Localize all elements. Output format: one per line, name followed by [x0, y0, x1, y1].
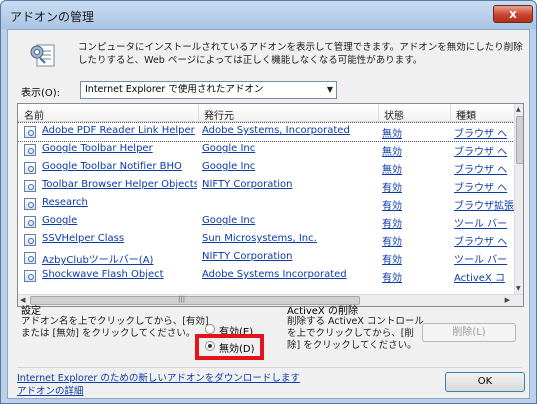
- column-divider[interactable]: [198, 104, 199, 122]
- row-name: Google Toolbar Helper: [42, 143, 153, 154]
- scroll-up-icon[interactable]: ▲: [516, 106, 521, 113]
- row-name: Google: [42, 215, 78, 226]
- add-on-icon: [24, 198, 36, 210]
- vertical-scroll-thumb[interactable]: [516, 116, 523, 164]
- list-header: 名前 発行元 状態 種類: [18, 104, 514, 122]
- list-row[interactable]: Adobe PDF Reader Link Helper Adobe Syste…: [18, 122, 515, 142]
- column-header-name[interactable]: 名前: [24, 107, 44, 122]
- window-title: アドオンの管理: [10, 10, 95, 24]
- settings-description: アドオン名を上でクリックしてから、[有効] または [無効] をクリックしてくだ…: [21, 316, 209, 339]
- row-type: ツール バー: [454, 219, 508, 230]
- row-publisher: NIFTY Corporation: [202, 251, 293, 262]
- row-name: Toolbar Browser Helper Objects: [42, 179, 197, 190]
- add-on-icon: [24, 144, 36, 156]
- add-on-icon: [24, 162, 36, 174]
- activex-title: ActiveX の削除: [287, 306, 358, 317]
- highlight-annotation: [195, 334, 264, 360]
- dialog-body: コンピュータにインストールされているアドオンを表示して管理できます。アドオンを無…: [7, 29, 530, 399]
- scroll-grip-icon: |||: [178, 295, 186, 303]
- list-row[interactable]: Toolbar Browser Helper Objects NIFTY Cor…: [18, 177, 514, 195]
- settings-title: 設定: [21, 306, 41, 317]
- row-publisher: NIFTY Corporation: [202, 179, 293, 190]
- row-status: 無効: [382, 129, 402, 140]
- add-on-list[interactable]: 名前 発行元 状態 種類 Adobe PDF Reader Link Helpe…: [17, 103, 524, 307]
- row-type: ブラウザ ヘ: [454, 165, 508, 176]
- chevron-down-icon: ▼: [326, 85, 333, 94]
- ok-button[interactable]: OK: [445, 372, 525, 392]
- row-type: ブラウザ ヘ: [454, 237, 508, 248]
- row-publisher: Google Inc: [202, 215, 256, 226]
- row-name: Shockwave Flash Object: [42, 269, 164, 280]
- row-publisher: Adobe Systems, Incorporated: [202, 125, 350, 136]
- download-add-ons-link[interactable]: Internet Explorer のための新しいアドオンをダウンロードします: [17, 370, 300, 384]
- row-name: Google Toolbar Notifier BHO: [42, 161, 182, 172]
- row-status: 有効: [382, 237, 402, 248]
- activex-description: 削除する ActiveX コントロールを上でクリックしてから、[削除] をクリッ…: [287, 316, 424, 351]
- horizontal-scrollbar[interactable]: ◀ ||| ▶: [18, 294, 523, 306]
- close-icon: x: [509, 7, 517, 21]
- row-name: AzbyClubツールバー(A): [42, 255, 154, 266]
- show-dropdown[interactable]: Internet Explorer で使用されたアドオン ▼: [80, 81, 337, 99]
- column-header-status[interactable]: 状態: [384, 107, 404, 122]
- row-publisher: Sun Microsystems, Inc.: [202, 233, 317, 244]
- header-description: コンピュータにインストールされているアドオンを表示して管理できます。アドオンを無…: [78, 42, 523, 66]
- row-type: ActiveX コ: [454, 273, 505, 284]
- row-status: 無効: [382, 147, 402, 158]
- row-type: ブラウザ ヘ: [454, 129, 508, 140]
- row-type: ブラウザ ヘ: [454, 183, 508, 194]
- show-label: 表示(O):: [21, 88, 61, 99]
- add-on-manager-window: アドオンの管理 x コンピュータにインストールされているアドオンを表示して管理で…: [0, 0, 537, 404]
- row-type: ツール バー: [454, 255, 508, 266]
- add-on-icon: [24, 270, 36, 282]
- column-header-type[interactable]: 種類: [456, 107, 476, 122]
- column-divider[interactable]: [450, 104, 451, 122]
- add-on-icon: [24, 216, 36, 228]
- row-status: 有効: [382, 201, 402, 212]
- list-row[interactable]: Google Google Inc 有効 ツール バー: [18, 213, 514, 231]
- add-on-icon: [24, 252, 36, 264]
- list-row[interactable]: SSVHelper Class Sun Microsystems, Inc. 有…: [18, 231, 514, 249]
- add-on-icon: [24, 234, 36, 246]
- row-type: ブラウザ拡張: [454, 201, 514, 212]
- row-name: Research: [42, 197, 88, 208]
- list-row[interactable]: Google Toolbar Notifier BHO Google Inc 無…: [18, 159, 514, 177]
- column-header-publisher[interactable]: 発行元: [204, 107, 234, 122]
- list-row[interactable]: Shockwave Flash Object Adobe Systems Inc…: [18, 267, 514, 285]
- row-status: 無効: [382, 165, 402, 176]
- delete-button[interactable]: 削除(L): [422, 323, 516, 342]
- add-on-gear-icon: [30, 44, 55, 67]
- close-button[interactable]: x: [493, 5, 533, 23]
- list-row[interactable]: Research 有効 ブラウザ拡張: [18, 195, 514, 213]
- show-dropdown-value: Internet Explorer で使用されたアドオン: [85, 84, 264, 95]
- list-row[interactable]: Google Toolbar Helper Google Inc 無効 ブラウザ…: [18, 141, 514, 159]
- enable-radio-dot[interactable]: [205, 324, 215, 334]
- row-status: 有効: [382, 273, 402, 284]
- title-bar: アドオンの管理 x: [1, 1, 536, 29]
- scroll-down-icon[interactable]: ▼: [516, 285, 521, 292]
- list-row[interactable]: AzbyClubツールバー(A) NIFTY Corporation 有効 ツー…: [18, 249, 514, 267]
- row-name: SSVHelper Class: [42, 233, 125, 244]
- column-divider[interactable]: [378, 104, 379, 122]
- row-type: ブラウザ ヘ: [454, 147, 508, 158]
- divider: [17, 367, 522, 368]
- row-status: 有効: [382, 183, 402, 194]
- scroll-right-icon[interactable]: ▶: [505, 296, 510, 304]
- add-on-icon: [24, 180, 36, 192]
- vertical-scrollbar[interactable]: ▲ ▼: [514, 104, 523, 294]
- row-status: 有効: [382, 219, 402, 230]
- add-on-details-link[interactable]: アドオンの詳細: [17, 383, 84, 397]
- row-publisher: Google Inc: [202, 161, 256, 172]
- add-on-icon: [24, 126, 36, 138]
- row-name: Adobe PDF Reader Link Helper: [42, 125, 195, 136]
- row-publisher: Google Inc: [202, 143, 256, 154]
- row-status: 有効: [382, 255, 402, 266]
- row-publisher: Adobe Systems Incorporated: [202, 269, 347, 280]
